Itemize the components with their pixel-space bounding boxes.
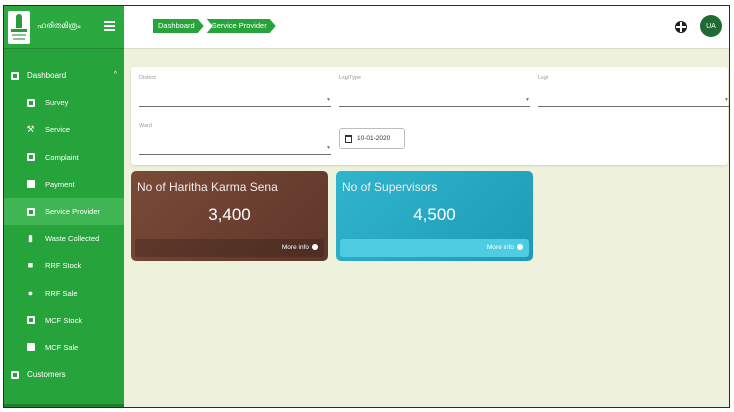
district-label: District <box>139 75 156 81</box>
card-title: No of Haritha Karma Sena <box>137 180 278 194</box>
sidebar-item-payment[interactable]: Payment <box>4 171 124 198</box>
sidebar-item-label: Payment <box>45 179 75 189</box>
sidebar-item-mcf-sale[interactable]: MCF Sale <box>4 334 124 361</box>
service-provider-icon <box>26 207 35 216</box>
dashboard-icon <box>10 71 19 80</box>
app-window: ഹരിതമിത്രം Dashboard ^ Survey ⚒ Service … <box>3 5 730 408</box>
calendar-icon <box>345 134 352 143</box>
lsgi-label: Lsgi <box>538 75 549 81</box>
date-value: 10-01-2020 <box>357 135 391 142</box>
brand-name: ഹരിതമിത്രം <box>37 21 81 30</box>
top-header: Dashboard Service Provider UA <box>124 6 729 49</box>
sidebar-item-rrf-stock[interactable]: ■ RRF Stock <box>4 252 124 279</box>
sidebar-item-label: Service Provider <box>45 207 101 217</box>
chevron-up-icon: ^ <box>113 71 117 78</box>
sidebar-item-dashboard[interactable]: Dashboard ^ <box>4 62 124 89</box>
more-info-link[interactable]: More info <box>340 239 529 257</box>
payment-icon <box>26 180 35 189</box>
lsgi-select[interactable]: Lsgi ▼ <box>538 67 729 107</box>
waste-icon: ▮ <box>28 233 33 244</box>
more-info-label: More info <box>486 244 514 251</box>
sidebar-item-label: Dashboard <box>27 71 67 81</box>
supervisors-card: No of Supervisors 4,500 More info <box>336 171 533 261</box>
avatar[interactable]: UA <box>700 15 722 37</box>
chevron-down-icon: ▼ <box>326 97 331 103</box>
sidebar-nav: Dashboard ^ Survey ⚒ Service Complaint P… <box>4 62 124 388</box>
card-value: 3,400 <box>208 205 251 224</box>
breadcrumb: Dashboard Service Provider <box>153 19 279 33</box>
sidebar-item-mcf-stock[interactable]: MCF Stock <box>4 307 124 334</box>
breadcrumb-service-provider[interactable]: Service Provider <box>207 19 276 33</box>
more-info-link[interactable]: More info <box>135 239 324 257</box>
mcf-stock-icon <box>26 316 35 325</box>
complaint-icon <box>26 153 35 162</box>
chevron-down-icon: ▼ <box>525 97 530 103</box>
sidebar-item-label: Complaint <box>45 152 79 162</box>
customers-icon <box>10 370 19 379</box>
sidebar-item-service-provider[interactable]: Service Provider <box>4 197 124 226</box>
sidebar-item-label: Service <box>45 125 71 135</box>
district-select[interactable]: District ▼ <box>139 67 331 107</box>
sidebar-item-label: Survey <box>45 98 69 108</box>
survey-icon <box>26 98 35 107</box>
mcf-sale-icon <box>26 343 35 352</box>
sidebar-item-complaint[interactable]: Complaint <box>4 144 124 171</box>
arrow-circle-right-icon <box>517 244 523 251</box>
arrow-circle-right-icon <box>312 244 318 251</box>
chevron-down-icon: ▼ <box>724 97 729 103</box>
ward-label: Ward <box>139 123 152 129</box>
breadcrumb-dashboard[interactable]: Dashboard <box>153 19 204 33</box>
more-info-label: More info <box>281 244 309 251</box>
card-value: 4,500 <box>413 205 456 224</box>
hamburger-menu-icon[interactable] <box>104 21 115 31</box>
sidebar-item-label: RRF Stock <box>45 261 82 271</box>
card-title: No of Supervisors <box>342 180 438 194</box>
app-logo <box>8 11 30 44</box>
rrf-sale-icon: ● <box>27 287 34 298</box>
lsgi-type-select[interactable]: LsgiType ▼ <box>339 67 530 107</box>
date-picker[interactable]: 10-01-2020 <box>339 128 405 149</box>
sidebar-item-survey[interactable]: Survey <box>4 89 124 116</box>
lsgi-type-label: LsgiType <box>339 75 362 81</box>
filter-card: District ▼ LsgiType ▼ Lsgi ▼ Ward ▼ 10-0… <box>131 67 729 165</box>
sidebar-item-label: Waste Collected <box>45 234 100 244</box>
rrf-stock-icon: ■ <box>27 260 34 271</box>
sidebar-item-waste-collected[interactable]: ▮ Waste Collected <box>4 225 124 252</box>
service-icon: ⚒ <box>26 124 35 135</box>
globe-icon[interactable] <box>675 21 687 33</box>
haritha-karma-sena-card: No of Haritha Karma Sena 3,400 More info <box>131 171 328 261</box>
sidebar-item-label: RRF Sale <box>45 288 78 298</box>
chevron-down-icon: ▼ <box>326 145 331 151</box>
sidebar-item-rrf-sale[interactable]: ● RRF Sale <box>4 280 124 307</box>
brand-bar: ഹരിതമിത്രം <box>4 6 124 49</box>
sidebar-item-label: MCF Sale <box>45 342 79 352</box>
sidebar-item-customers[interactable]: Customers <box>4 361 124 388</box>
sidebar-item-label: MCF Stock <box>45 315 83 325</box>
sidebar-footer-bar <box>4 404 124 407</box>
sidebar: ഹരിതമിത്രം Dashboard ^ Survey ⚒ Service … <box>4 6 124 407</box>
ward-select[interactable]: Ward ▼ <box>139 115 331 155</box>
sidebar-item-service[interactable]: ⚒ Service <box>4 116 124 143</box>
sidebar-item-label: Customers <box>27 370 66 380</box>
